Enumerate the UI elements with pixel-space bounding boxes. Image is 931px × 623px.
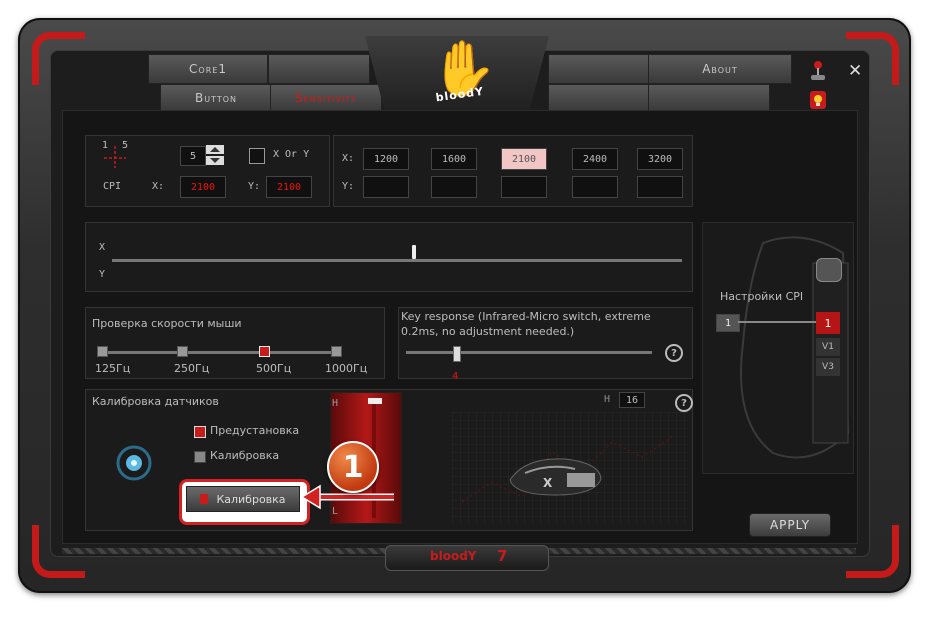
cpi-level-x-2[interactable]: 1600 <box>431 148 477 170</box>
surface-h-label: H <box>604 394 611 405</box>
preset-radio[interactable] <box>194 426 206 438</box>
cpi-y-label: Y: <box>248 181 261 192</box>
cpi-level-y-1[interactable] <box>363 176 409 198</box>
axis-label: 1 <box>102 140 109 151</box>
mouse-button-v3: V3 <box>816 358 840 376</box>
cpi-x-label: X: <box>152 181 165 192</box>
speed-option-label: 500Гц <box>256 362 292 375</box>
tab-empty <box>548 84 650 112</box>
record-icon <box>200 494 209 504</box>
cpi-level-x-4[interactable]: 2400 <box>572 148 618 170</box>
levels-y-label: Y: <box>342 181 355 192</box>
footer-version: 7 <box>497 547 508 565</box>
speed-slider-track[interactable] <box>102 351 338 354</box>
calibration-button[interactable]: Калибровка <box>186 486 300 512</box>
speed-option-3[interactable] <box>259 346 270 357</box>
step-badge: 1 <box>327 441 379 493</box>
cpi-level-y-4[interactable] <box>572 176 618 198</box>
tab-empty <box>648 84 770 112</box>
tab-sensitivity[interactable]: Sensitivity <box>270 84 382 112</box>
slider-y-label: Y <box>99 269 106 280</box>
mouse-button-v1: V1 <box>816 338 840 356</box>
tab-button[interactable]: Button <box>160 84 272 112</box>
cpi-level-x-3[interactable]: 2100 <box>501 148 547 170</box>
speed-option-label: 250Гц <box>174 362 210 375</box>
speed-option-1[interactable] <box>97 346 108 357</box>
cpi-level-y-5[interactable] <box>637 176 683 198</box>
cpi-label: CPI <box>103 181 122 192</box>
cpi-settings-title: Настройки CPI <box>720 290 804 303</box>
cpi-settings-value[interactable]: 1 <box>716 314 740 332</box>
levels-x-label: X: <box>342 153 355 164</box>
sensor-icon <box>110 440 158 486</box>
level-count-input[interactable]: 5 <box>180 146 206 166</box>
level-stepper[interactable] <box>206 145 224 165</box>
mouse-button-top <box>816 258 842 282</box>
speed-option-label: 1000Гц <box>325 362 368 375</box>
calibration-radio-label: Калибровка <box>210 449 280 462</box>
cpi-level-x-1[interactable]: 1200 <box>363 148 409 170</box>
cpi-level-y-2[interactable] <box>431 176 477 198</box>
tab-core1[interactable]: Core1 <box>148 54 268 84</box>
x-or-y-checkbox[interactable] <box>249 148 265 164</box>
svg-text:X: X <box>543 476 553 490</box>
speed-option-2[interactable] <box>177 346 188 357</box>
key-response-slider-track[interactable] <box>406 351 652 354</box>
speed-check-title: Проверка скорости мыши <box>92 317 242 330</box>
cpi-y-input[interactable]: 2100 <box>266 176 312 198</box>
help-icon[interactable]: ? <box>675 394 693 412</box>
key-response-slider-thumb[interactable] <box>453 346 461 362</box>
tab-empty <box>548 54 650 84</box>
key-response-value: 4 <box>452 371 459 382</box>
gauge-h-label: H <box>332 398 339 409</box>
joystick-icon[interactable] <box>808 60 828 82</box>
lightbulb-icon[interactable] <box>809 90 827 110</box>
tab-about[interactable]: About <box>648 54 792 84</box>
cpi-level-y-3[interactable] <box>501 176 547 198</box>
cpi-level-x-5[interactable]: 3200 <box>637 148 683 170</box>
sensitivity-slider-panel <box>85 222 693 292</box>
help-icon[interactable]: ? <box>665 344 683 362</box>
surface-h-value[interactable]: 16 <box>619 392 645 408</box>
x-or-y-label: X Or Y <box>273 149 310 160</box>
speed-option-4[interactable] <box>331 346 342 357</box>
slider-x-label: X <box>99 242 106 253</box>
calibration-title: Калибровка датчиков <box>92 395 219 408</box>
preset-label: Предустановка <box>210 424 300 437</box>
gauge-marker <box>368 398 382 404</box>
tab-empty <box>268 54 370 84</box>
footer-logo: bloodY <box>430 549 477 563</box>
sensitivity-slider-thumb[interactable] <box>412 245 417 259</box>
cpi-x-input[interactable]: 2100 <box>180 176 226 198</box>
close-icon[interactable]: ✕ <box>848 62 864 80</box>
calibration-radio[interactable] <box>194 451 206 463</box>
mouse-cpi-level: 1 <box>816 312 840 334</box>
mouse-image: X <box>505 455 605 497</box>
speed-option-label: 125Гц <box>95 362 131 375</box>
key-response-title: Key response (Infrared-Micro switch, ext… <box>401 310 651 338</box>
sensitivity-slider-track[interactable] <box>112 259 682 262</box>
cpi-settings-connector <box>738 321 818 323</box>
apply-button[interactable]: APPLY <box>749 513 831 537</box>
calibration-button-label: Калибровка <box>216 492 286 506</box>
axis-label: 5 <box>122 140 129 151</box>
